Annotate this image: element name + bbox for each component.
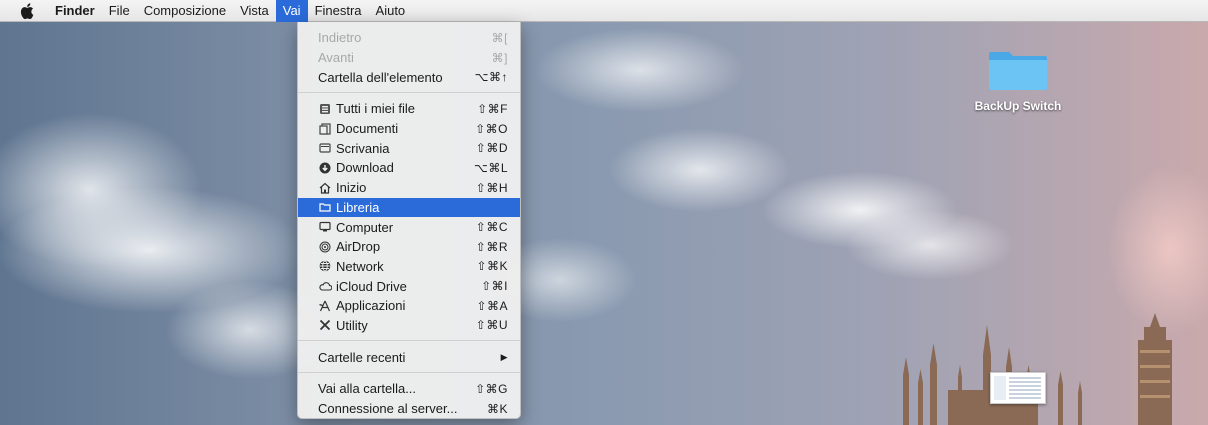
menu-item-shortcut: ⇧⌘C xyxy=(475,220,508,235)
menu-bar: Finder File Composizione Vista Vai Fines… xyxy=(0,0,1208,22)
submenu-arrow-icon: ▶ xyxy=(500,351,508,362)
menu-item-utility[interactable]: Utility ⇧⌘U xyxy=(298,316,520,336)
menu-item-tutti-i-miei-file[interactable]: Tutti i miei file ⇧⌘F xyxy=(298,99,520,119)
apple-menu-icon[interactable] xyxy=(20,2,36,20)
menu-item-indietro: Indietro ⌘[ xyxy=(298,28,520,48)
menu-item-shortcut: ⌥⌘↑ xyxy=(474,70,508,85)
applications-icon xyxy=(318,299,332,313)
menu-aiuto[interactable]: Aiuto xyxy=(369,0,413,22)
menu-item-label: Libreria xyxy=(336,199,380,215)
menu-item-icloud-drive[interactable]: iCloud Drive ⇧⌘I xyxy=(298,276,520,296)
menu-item-label: Avanti xyxy=(318,50,354,66)
folder-label: BackUp Switch xyxy=(974,99,1062,113)
menu-item-label: Applicazioni xyxy=(336,298,406,314)
download-icon xyxy=(318,161,332,175)
menu-item-shortcut: ⇧⌘U xyxy=(475,318,508,333)
menu-item-inizio[interactable]: Inizio ⇧⌘H xyxy=(298,178,520,198)
menu-item-label: Computer xyxy=(336,219,394,235)
menu-separator xyxy=(298,92,520,94)
menu-item-label: Inizio xyxy=(336,180,367,196)
menu-item-cartelle-recenti[interactable]: Cartelle recenti ▶ xyxy=(298,347,520,367)
menu-item-shortcut: ⌘K xyxy=(486,401,508,416)
menu-item-airdrop[interactable]: AirDrop ⇧⌘R xyxy=(298,237,520,257)
menu-item-label: Download xyxy=(336,160,394,176)
cathedral-skyline-image xyxy=(903,313,1172,425)
menu-item-avanti: Avanti ⌘] xyxy=(298,48,520,68)
computer-icon xyxy=(318,220,332,234)
menu-item-computer[interactable]: Computer ⇧⌘C xyxy=(298,217,520,237)
menu-separator xyxy=(298,340,520,342)
utilities-icon xyxy=(318,318,332,332)
menu-finestra[interactable]: Finestra xyxy=(308,0,369,22)
menu-vai[interactable]: Vai xyxy=(275,0,308,22)
menu-item-shortcut: ⌘] xyxy=(491,50,508,65)
desktop-folder-backup-switch[interactable]: BackUp Switch xyxy=(968,46,1068,113)
menu-file[interactable]: File xyxy=(102,0,137,22)
network-icon xyxy=(318,259,332,273)
menu-item-network[interactable]: Network ⇧⌘K xyxy=(298,257,520,277)
menu-item-label: Cartella dell'elemento xyxy=(318,69,443,85)
menu-item-shortcut: ⌘[ xyxy=(491,30,508,45)
menu-item-shortcut: ⇧⌘R xyxy=(475,239,508,254)
menu-item-label: Indietro xyxy=(318,30,362,46)
menu-item-label: Vai alla cartella... xyxy=(318,381,417,397)
window-thumbnail[interactable] xyxy=(990,372,1046,404)
menu-item-label: iCloud Drive xyxy=(336,278,407,294)
menu-composizione[interactable]: Composizione xyxy=(137,0,233,22)
menu-item-vai-alla-cartella[interactable]: Vai alla cartella... ⇧⌘G xyxy=(298,379,520,399)
menu-item-label: Documenti xyxy=(336,121,399,137)
folder-icon xyxy=(989,52,1047,90)
menu-item-shortcut: ⇧⌘A xyxy=(476,298,508,313)
go-menu-dropdown: Indietro ⌘[ Avanti ⌘] Cartella dell'elem… xyxy=(297,22,521,419)
icloud-icon xyxy=(318,279,332,293)
menu-item-connessione-server[interactable]: Connessione al server... ⌘K xyxy=(298,399,520,419)
menu-item-shortcut: ⇧⌘G xyxy=(475,381,508,396)
documents-icon xyxy=(318,122,332,136)
menu-item-shortcut: ⌥⌘L xyxy=(473,160,508,175)
menu-item-label: AirDrop xyxy=(336,239,381,255)
menu-item-cartella-elemento[interactable]: Cartella dell'elemento ⌥⌘↑ xyxy=(298,67,520,87)
menu-item-download[interactable]: Download ⌥⌘L xyxy=(298,158,520,178)
menu-item-libreria[interactable]: Libreria xyxy=(298,197,520,218)
menu-item-label: Tutti i miei file xyxy=(336,101,415,117)
menu-item-label: Connessione al server... xyxy=(318,401,458,417)
all-files-icon xyxy=(318,102,332,116)
library-folder-icon xyxy=(318,200,332,214)
menu-item-applicazioni[interactable]: Applicazioni ⇧⌘A xyxy=(298,296,520,316)
menu-separator xyxy=(298,372,520,373)
menu-vista[interactable]: Vista xyxy=(233,0,276,22)
menu-finder[interactable]: Finder xyxy=(48,0,102,22)
airdrop-icon xyxy=(318,240,332,254)
desktop-icon xyxy=(318,141,332,155)
menu-item-label: Scrivania xyxy=(336,140,390,156)
menu-item-shortcut: ⇧⌘K xyxy=(476,259,508,274)
menu-item-label: Network xyxy=(336,258,384,274)
menu-item-scrivania[interactable]: Scrivania ⇧⌘D xyxy=(298,138,520,158)
menu-item-shortcut: ⇧⌘I xyxy=(481,279,508,294)
menu-item-shortcut: ⇧⌘H xyxy=(475,180,508,195)
menu-item-documenti[interactable]: Documenti ⇧⌘O xyxy=(298,119,520,139)
menu-item-label: Utility xyxy=(336,317,368,333)
home-icon xyxy=(318,181,332,195)
menu-item-shortcut: ⇧⌘F xyxy=(477,101,508,116)
menu-item-shortcut: ⇧⌘O xyxy=(475,121,508,136)
menu-item-label: Cartelle recenti xyxy=(318,349,406,365)
menu-item-shortcut: ⇧⌘D xyxy=(475,141,508,156)
